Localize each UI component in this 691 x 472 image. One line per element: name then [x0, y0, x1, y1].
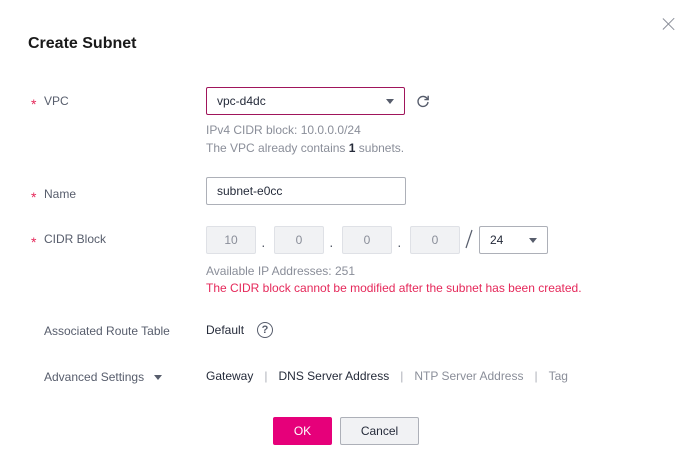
- advanced-settings-summary: Gateway | DNS Server Address | NTP Serve…: [206, 369, 568, 383]
- cidr-dot-separator: ·: [329, 237, 334, 253]
- name-label: Name: [44, 187, 77, 201]
- cidr-mask-select[interactable]: 24: [479, 226, 548, 254]
- vpc-cidr-hint: IPv4 CIDR block: 10.0.0.0/24: [206, 123, 361, 137]
- cidr-mask-value: 24: [490, 233, 504, 247]
- required-mark: *: [31, 234, 37, 250]
- advanced-settings-toggle[interactable]: Advanced Settings: [44, 370, 144, 384]
- cancel-button[interactable]: Cancel: [340, 417, 419, 445]
- cidr-block-label: CIDR Block: [44, 232, 107, 246]
- dialog-title: Create Subnet: [28, 35, 137, 52]
- advanced-item-gateway: Gateway: [206, 369, 254, 383]
- cidr-dot-separator: ·: [397, 237, 402, 253]
- required-mark: *: [31, 189, 37, 205]
- close-icon[interactable]: [662, 17, 676, 31]
- chevron-down-icon[interactable]: [154, 375, 162, 380]
- chevron-down-icon: [529, 238, 537, 243]
- route-table-value: Default: [206, 323, 245, 337]
- cidr-warning: The CIDR block cannot be modified after …: [206, 281, 582, 295]
- advanced-item-tag: Tag: [548, 369, 568, 383]
- ok-button[interactable]: OK: [273, 417, 332, 445]
- vpc-select[interactable]: vpc-d4dc: [206, 87, 405, 115]
- cidr-octet-1-input: 10: [206, 226, 256, 254]
- cidr-octet-2-input: 0: [274, 226, 324, 254]
- required-mark: *: [31, 96, 37, 112]
- cidr-dot-separator: ·: [261, 237, 266, 253]
- route-table-label: Associated Route Table: [44, 324, 170, 338]
- create-subnet-dialog: Create Subnet * VPC vpc-d4dc IPv4 CIDR b…: [0, 0, 691, 472]
- name-input[interactable]: subnet-e0cc: [206, 177, 406, 205]
- available-ip-hint: Available IP Addresses: 251: [206, 264, 355, 278]
- refresh-icon[interactable]: [416, 94, 430, 108]
- vpc-select-value: vpc-d4dc: [217, 94, 266, 108]
- chevron-down-icon: [386, 99, 394, 104]
- cidr-octet-4-input: 0: [410, 226, 460, 254]
- vpc-subnet-count-hint: The VPC already contains 1 subnets.: [206, 141, 405, 155]
- advanced-item-ntp-server: NTP Server Address: [414, 369, 524, 383]
- vpc-label: VPC: [44, 94, 69, 108]
- help-icon[interactable]: ?: [257, 322, 273, 338]
- slash-separator: [465, 229, 473, 249]
- advanced-item-dns-server: DNS Server Address: [278, 369, 390, 383]
- cidr-octet-3-input: 0: [342, 226, 392, 254]
